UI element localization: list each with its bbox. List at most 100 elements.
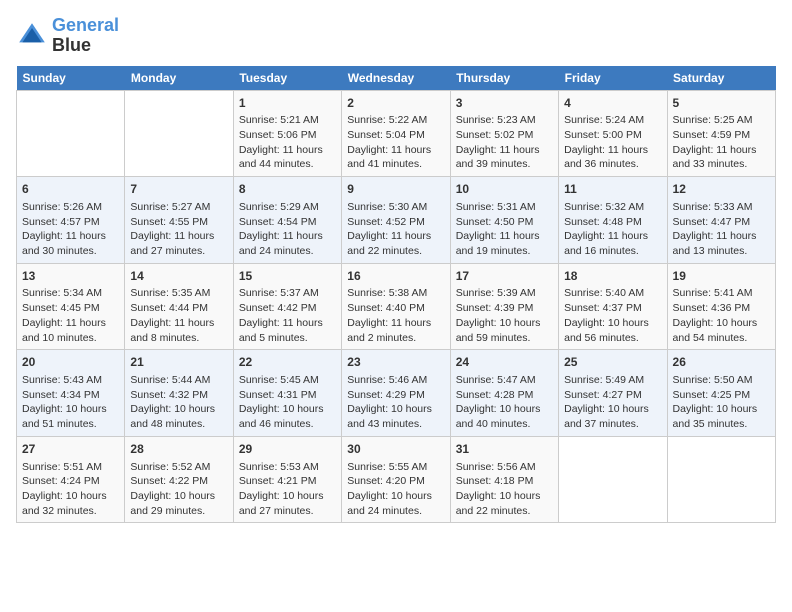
cell-info: Sunrise: 5:26 AM Sunset: 4:57 PM Dayligh…	[22, 200, 119, 259]
weekday-header-friday: Friday	[559, 66, 667, 91]
page-header: General Blue	[16, 16, 776, 56]
calendar-cell: 21Sunrise: 5:44 AM Sunset: 4:32 PM Dayli…	[125, 350, 233, 437]
calendar-cell: 19Sunrise: 5:41 AM Sunset: 4:36 PM Dayli…	[667, 263, 775, 350]
day-number: 2	[347, 95, 444, 112]
calendar-cell: 20 Sunrise: 5:43 AM Sunset: 4:34 PM Dayli…	[17, 350, 125, 437]
day-number: 25	[564, 354, 661, 371]
calendar-cell: 18Sunrise: 5:40 AM Sunset: 4:37 PM Dayli…	[559, 263, 667, 350]
calendar-cell: 12 Sunrise: 5:33 AM Sunset: 4:47 PM Dayli…	[667, 177, 775, 264]
day-number: 5	[673, 95, 770, 112]
cell-info: Sunrise: 5:47 AM Sunset: 4:28 PM Dayligh…	[456, 373, 553, 432]
calendar-cell: 5Sunrise: 5:25 AM Sunset: 4:59 PM Daylig…	[667, 90, 775, 177]
calendar-week-4: 20 Sunrise: 5:43 AM Sunset: 4:34 PM Dayli…	[17, 350, 776, 437]
weekday-header-wednesday: Wednesday	[342, 66, 450, 91]
calendar-cell: 4Sunrise: 5:24 AM Sunset: 5:00 PM Daylig…	[559, 90, 667, 177]
day-number: 15	[239, 268, 336, 285]
day-number: 14	[130, 268, 227, 285]
cell-info: Sunrise: 5:27 AM Sunset: 4:55 PM Dayligh…	[130, 200, 227, 259]
day-number: 12	[673, 181, 770, 198]
calendar-cell: 28 Sunrise: 5:52 AM Sunset: 4:22 PM Dayli…	[125, 436, 233, 523]
calendar-week-2: 6 Sunrise: 5:26 AM Sunset: 4:57 PM Daylig…	[17, 177, 776, 264]
calendar-cell: 14Sunrise: 5:35 AM Sunset: 4:44 PM Dayli…	[125, 263, 233, 350]
logo-icon	[16, 20, 48, 52]
day-number: 18	[564, 268, 661, 285]
cell-info: Sunrise: 5:24 AM Sunset: 5:00 PM Dayligh…	[564, 113, 661, 172]
calendar-cell: 27 Sunrise: 5:51 AM Sunset: 4:24 PM Dayli…	[17, 436, 125, 523]
calendar-cell	[559, 436, 667, 523]
day-number: 13	[22, 268, 119, 285]
cell-info: Sunrise: 5:37 AM Sunset: 4:42 PM Dayligh…	[239, 286, 336, 345]
day-number: 22	[239, 354, 336, 371]
calendar-cell: 9 Sunrise: 5:30 AM Sunset: 4:52 PM Daylig…	[342, 177, 450, 264]
calendar-cell: 7 Sunrise: 5:27 AM Sunset: 4:55 PM Daylig…	[125, 177, 233, 264]
cell-info: Sunrise: 5:53 AM Sunset: 4:21 PM Dayligh…	[239, 460, 336, 519]
calendar-cell: 25 Sunrise: 5:49 AM Sunset: 4:27 PM Dayli…	[559, 350, 667, 437]
cell-info: Sunrise: 5:31 AM Sunset: 4:50 PM Dayligh…	[456, 200, 553, 259]
calendar-cell: 2Sunrise: 5:22 AM Sunset: 5:04 PM Daylig…	[342, 90, 450, 177]
cell-info: Sunrise: 5:38 AM Sunset: 4:40 PM Dayligh…	[347, 286, 444, 345]
calendar-week-3: 13Sunrise: 5:34 AM Sunset: 4:45 PM Dayli…	[17, 263, 776, 350]
calendar-cell: 15Sunrise: 5:37 AM Sunset: 4:42 PM Dayli…	[233, 263, 341, 350]
cell-info: Sunrise: 5:29 AM Sunset: 4:54 PM Dayligh…	[239, 200, 336, 259]
cell-info: Sunrise: 5:44 AM Sunset: 4:32 PM Dayligh…	[130, 373, 227, 432]
cell-info: Sunrise: 5:33 AM Sunset: 4:47 PM Dayligh…	[673, 200, 770, 259]
calendar-cell: 10 Sunrise: 5:31 AM Sunset: 4:50 PM Dayli…	[450, 177, 558, 264]
cell-info: Sunrise: 5:43 AM Sunset: 4:34 PM Dayligh…	[22, 373, 119, 432]
weekday-header-tuesday: Tuesday	[233, 66, 341, 91]
calendar-cell: 24 Sunrise: 5:47 AM Sunset: 4:28 PM Dayli…	[450, 350, 558, 437]
day-number: 20	[22, 354, 119, 371]
calendar-cell: 3Sunrise: 5:23 AM Sunset: 5:02 PM Daylig…	[450, 90, 558, 177]
day-number: 23	[347, 354, 444, 371]
cell-info: Sunrise: 5:30 AM Sunset: 4:52 PM Dayligh…	[347, 200, 444, 259]
day-number: 19	[673, 268, 770, 285]
day-number: 1	[239, 95, 336, 112]
cell-info: Sunrise: 5:23 AM Sunset: 5:02 PM Dayligh…	[456, 113, 553, 172]
calendar-cell: 13Sunrise: 5:34 AM Sunset: 4:45 PM Dayli…	[17, 263, 125, 350]
calendar-cell: 6 Sunrise: 5:26 AM Sunset: 4:57 PM Daylig…	[17, 177, 125, 264]
logo-text: General Blue	[52, 16, 119, 56]
calendar-week-1: 1Sunrise: 5:21 AM Sunset: 5:06 PM Daylig…	[17, 90, 776, 177]
calendar-cell	[17, 90, 125, 177]
day-number: 28	[130, 441, 227, 458]
day-number: 6	[22, 181, 119, 198]
cell-info: Sunrise: 5:41 AM Sunset: 4:36 PM Dayligh…	[673, 286, 770, 345]
weekday-header-sunday: Sunday	[17, 66, 125, 91]
weekday-header-monday: Monday	[125, 66, 233, 91]
cell-info: Sunrise: 5:46 AM Sunset: 4:29 PM Dayligh…	[347, 373, 444, 432]
calendar-week-5: 27 Sunrise: 5:51 AM Sunset: 4:24 PM Dayli…	[17, 436, 776, 523]
weekday-row: SundayMondayTuesdayWednesdayThursdayFrid…	[17, 66, 776, 91]
cell-info: Sunrise: 5:55 AM Sunset: 4:20 PM Dayligh…	[347, 460, 444, 519]
calendar-cell: 22Sunrise: 5:45 AM Sunset: 4:31 PM Dayli…	[233, 350, 341, 437]
day-number: 10	[456, 181, 553, 198]
day-number: 31	[456, 441, 553, 458]
day-number: 11	[564, 181, 661, 198]
calendar-cell: 17Sunrise: 5:39 AM Sunset: 4:39 PM Dayli…	[450, 263, 558, 350]
cell-info: Sunrise: 5:50 AM Sunset: 4:25 PM Dayligh…	[673, 373, 770, 432]
day-number: 7	[130, 181, 227, 198]
day-number: 3	[456, 95, 553, 112]
cell-info: Sunrise: 5:49 AM Sunset: 4:27 PM Dayligh…	[564, 373, 661, 432]
cell-info: Sunrise: 5:51 AM Sunset: 4:24 PM Dayligh…	[22, 460, 119, 519]
weekday-header-thursday: Thursday	[450, 66, 558, 91]
day-number: 9	[347, 181, 444, 198]
cell-info: Sunrise: 5:25 AM Sunset: 4:59 PM Dayligh…	[673, 113, 770, 172]
weekday-header-saturday: Saturday	[667, 66, 775, 91]
calendar-cell: 11 Sunrise: 5:32 AM Sunset: 4:48 PM Dayli…	[559, 177, 667, 264]
calendar-table: SundayMondayTuesdayWednesdayThursdayFrid…	[16, 66, 776, 524]
calendar-cell: 29Sunrise: 5:53 AM Sunset: 4:21 PM Dayli…	[233, 436, 341, 523]
calendar-cell: 23 Sunrise: 5:46 AM Sunset: 4:29 PM Dayli…	[342, 350, 450, 437]
calendar-cell: 1Sunrise: 5:21 AM Sunset: 5:06 PM Daylig…	[233, 90, 341, 177]
cell-info: Sunrise: 5:35 AM Sunset: 4:44 PM Dayligh…	[130, 286, 227, 345]
cell-info: Sunrise: 5:22 AM Sunset: 5:04 PM Dayligh…	[347, 113, 444, 172]
day-number: 24	[456, 354, 553, 371]
cell-info: Sunrise: 5:52 AM Sunset: 4:22 PM Dayligh…	[130, 460, 227, 519]
calendar-cell: 8Sunrise: 5:29 AM Sunset: 4:54 PM Daylig…	[233, 177, 341, 264]
cell-info: Sunrise: 5:56 AM Sunset: 4:18 PM Dayligh…	[456, 460, 553, 519]
cell-info: Sunrise: 5:40 AM Sunset: 4:37 PM Dayligh…	[564, 286, 661, 345]
logo: General Blue	[16, 16, 119, 56]
calendar-cell: 30Sunrise: 5:55 AM Sunset: 4:20 PM Dayli…	[342, 436, 450, 523]
day-number: 27	[22, 441, 119, 458]
calendar-cell	[667, 436, 775, 523]
cell-info: Sunrise: 5:32 AM Sunset: 4:48 PM Dayligh…	[564, 200, 661, 259]
day-number: 4	[564, 95, 661, 112]
